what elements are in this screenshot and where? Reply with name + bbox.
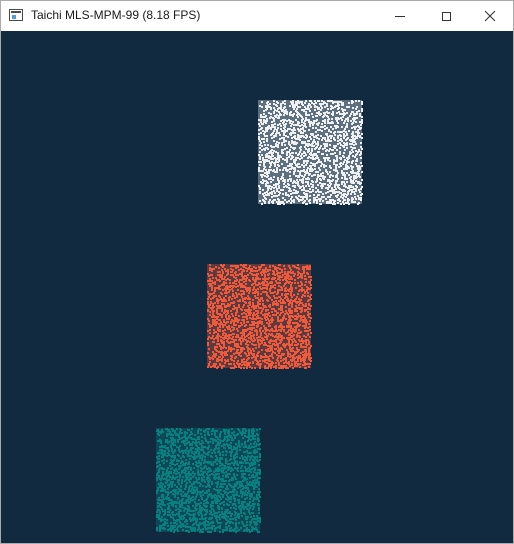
close-button[interactable] (467, 1, 513, 31)
maximize-button[interactable] (423, 1, 469, 31)
teal-particle-block (156, 428, 261, 533)
particle-field (156, 100, 363, 533)
window-title: Taichi MLS-MPM-99 (8.18 FPS) (31, 8, 201, 22)
maximize-icon (441, 11, 451, 21)
title-bar[interactable]: Taichi MLS-MPM-99 (8.18 FPS) (1, 1, 513, 31)
window-app-icon (9, 9, 23, 21)
app-window: Taichi MLS-MPM-99 (8.18 FPS) (0, 0, 514, 544)
minimize-button[interactable] (377, 1, 423, 31)
minimize-icon (395, 15, 405, 17)
simulation-canvas[interactable] (1, 31, 513, 543)
white-particle-block (258, 100, 363, 205)
close-icon (484, 10, 496, 22)
orange-particle-block (207, 264, 312, 369)
